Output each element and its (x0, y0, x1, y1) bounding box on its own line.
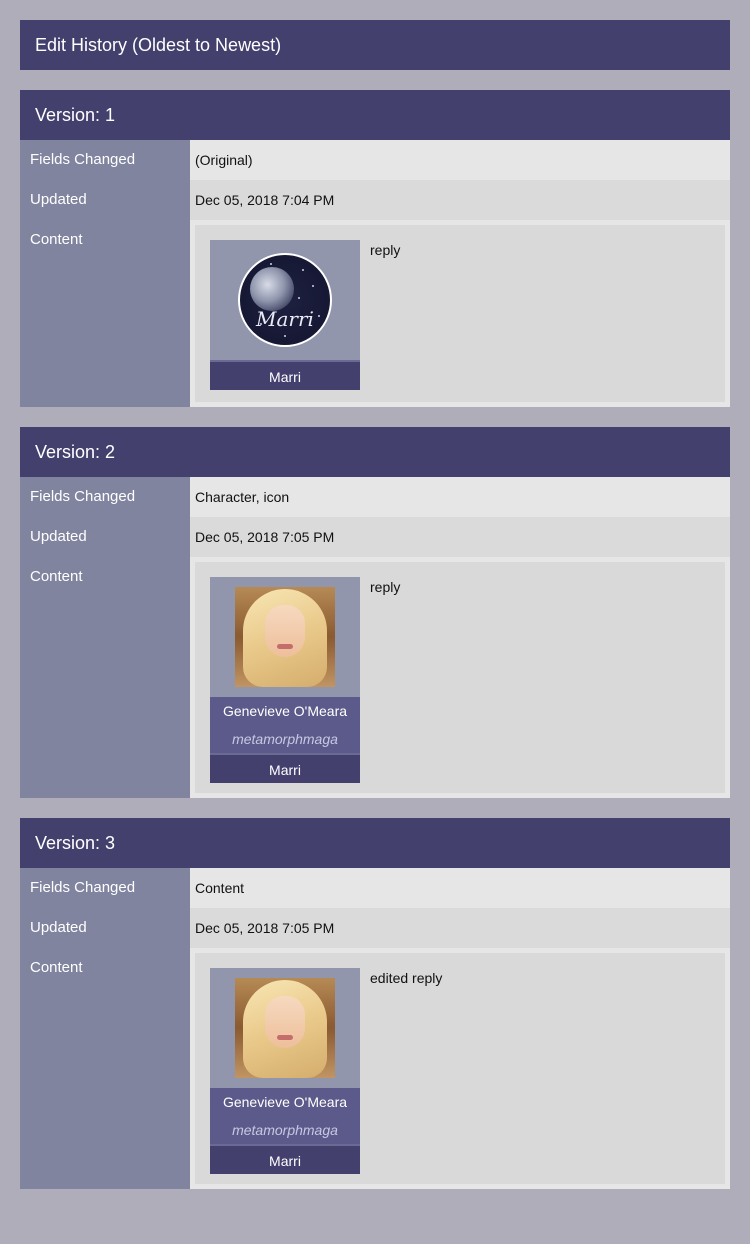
version-header: Version: 3 (20, 818, 730, 868)
version-header: Version: 1 (20, 90, 730, 140)
fields-changed-label: Fields Changed (20, 868, 190, 908)
moon-marri-icon[interactable]: Marri (238, 253, 332, 347)
post-content: reply (370, 242, 401, 258)
icon-area (210, 577, 360, 697)
fields-changed-label: Fields Changed (20, 140, 190, 180)
fields-changed-value: (Original) (190, 140, 730, 180)
portrait-face (265, 605, 305, 657)
portrait-face (265, 996, 305, 1048)
icon-signature: Marri (256, 307, 314, 331)
fields-changed-value: Content (190, 868, 730, 908)
page-title: Edit History (Oldest to Newest) (20, 20, 730, 70)
content-label: Content (20, 948, 190, 1189)
content-label: Content (20, 557, 190, 798)
moon-graphic (250, 267, 294, 311)
content-cell: Genevieve O'Meara metamorphmaga Marri ed… (190, 948, 730, 1189)
content-cell: Marri Marri reply (190, 220, 730, 407)
character-name-link[interactable]: Genevieve O'Meara (210, 697, 360, 725)
updated-label: Updated (20, 517, 190, 557)
updated-label: Updated (20, 908, 190, 948)
post-content: reply (370, 579, 401, 595)
post: Genevieve O'Meara metamorphmaga Marri ed… (195, 953, 725, 1184)
portrait-icon[interactable] (235, 978, 335, 1078)
updated-value: Dec 05, 2018 7:04 PM (190, 180, 730, 220)
author-box: Marri Marri (210, 240, 360, 390)
user-name-link[interactable]: Marri (210, 753, 360, 783)
portrait-lips (277, 644, 293, 649)
post: Marri Marri reply (195, 225, 725, 402)
post: Genevieve O'Meara metamorphmaga Marri re… (195, 562, 725, 793)
fields-changed-label: Fields Changed (20, 477, 190, 517)
updated-value: Dec 05, 2018 7:05 PM (190, 517, 730, 557)
user-name-link[interactable]: Marri (210, 360, 360, 390)
portrait-icon[interactable] (235, 587, 335, 687)
character-name-link[interactable]: Genevieve O'Meara (210, 1088, 360, 1116)
character-screen-name: metamorphmaga (210, 725, 360, 753)
version-panel-2: Version: 2 Fields Changed Character, ico… (20, 427, 730, 798)
version-panel-3: Version: 3 Fields Changed Content Update… (20, 818, 730, 1189)
fields-changed-value: Character, icon (190, 477, 730, 517)
character-screen-name: metamorphmaga (210, 1116, 360, 1144)
version-panel-1: Version: 1 Fields Changed (Original) Upd… (20, 90, 730, 407)
version-header: Version: 2 (20, 427, 730, 477)
user-name-link[interactable]: Marri (210, 1144, 360, 1174)
updated-label: Updated (20, 180, 190, 220)
author-box: Genevieve O'Meara metamorphmaga Marri (210, 577, 360, 783)
content-label: Content (20, 220, 190, 407)
content-cell: Genevieve O'Meara metamorphmaga Marri re… (190, 557, 730, 798)
icon-area (210, 968, 360, 1088)
icon-area: Marri (210, 240, 360, 360)
updated-value: Dec 05, 2018 7:05 PM (190, 908, 730, 948)
author-box: Genevieve O'Meara metamorphmaga Marri (210, 968, 360, 1174)
portrait-lips (277, 1035, 293, 1040)
post-content: edited reply (370, 970, 443, 986)
